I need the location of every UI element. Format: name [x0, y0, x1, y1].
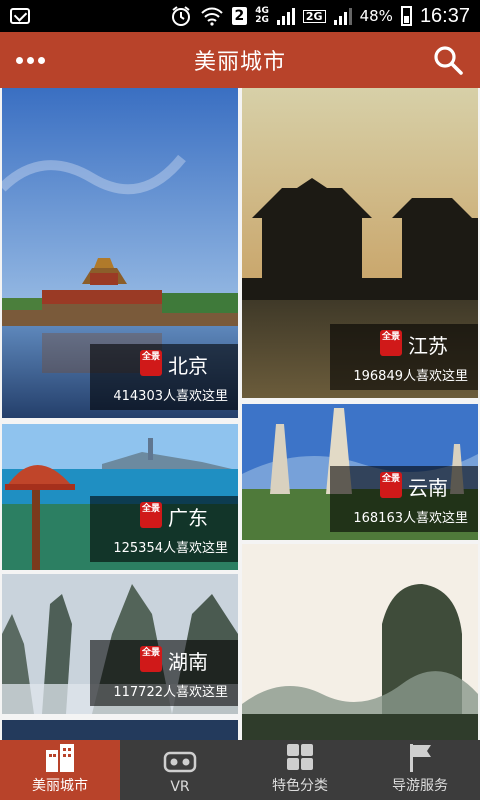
city-name: 广东 — [168, 506, 208, 530]
wifi-icon — [200, 7, 223, 26]
flag-icon — [403, 742, 437, 772]
likes-count: 125354人喜欢这里 — [113, 541, 228, 556]
alarm-icon — [171, 6, 190, 26]
bottom-nav: 美丽城市 VR 特色分类 导游服务 — [0, 740, 480, 800]
city-caption: 全景 广东 125354人喜欢这里 — [90, 496, 238, 562]
seal-logo-icon: 全景 — [140, 350, 162, 376]
page-title: 美丽城市 — [193, 50, 286, 75]
seal-logo-icon: 全景 — [380, 472, 402, 498]
city-card-guilin[interactable] — [242, 544, 478, 740]
tab-categories[interactable]: 特色分类 — [240, 740, 360, 800]
mail-notification-icon — [10, 8, 30, 24]
city-card-jiangsu[interactable]: 全景 江苏 196849人喜欢这里 — [242, 88, 478, 398]
tab-guide-service[interactable]: 导游服务 — [360, 740, 480, 800]
city-card-beijing[interactable]: 全景 北京 414303人喜欢这里 — [2, 88, 238, 418]
tab-label: 美丽城市 — [32, 778, 88, 794]
network-type: 4G 2G — [255, 7, 269, 25]
city-caption: 全景 云南 168163人喜欢这里 — [330, 466, 478, 532]
city-name: 湖南 — [168, 650, 208, 674]
clock: 16:37 — [419, 4, 470, 27]
sim-badge: 2 — [231, 7, 248, 25]
city-card-guangdong[interactable]: 全景 广东 125354人喜欢这里 — [2, 424, 238, 570]
city-card-next[interactable] — [2, 720, 238, 740]
seal-logo-icon: 全景 — [140, 502, 162, 528]
battery-percent: 48% — [359, 7, 393, 25]
city-photo-guilin — [242, 544, 478, 740]
likes-count: 117722人喜欢这里 — [113, 685, 228, 700]
city-caption: 全景 北京 414303人喜欢这里 — [90, 344, 238, 410]
tab-label: 特色分类 — [272, 778, 328, 794]
app-bar: 美丽城市 — [0, 32, 480, 88]
seal-logo-icon: 全景 — [380, 330, 402, 356]
network-label-2: 2G — [255, 15, 269, 25]
city-name: 云南 — [408, 476, 448, 500]
signal-strength-icon — [276, 7, 295, 25]
tab-label: 导游服务 — [392, 778, 448, 794]
likes-count: 168163人喜欢这里 — [353, 511, 468, 526]
signal-strength-icon-2 — [333, 7, 352, 25]
tab-label: VR — [170, 779, 190, 795]
likes-count: 414303人喜欢这里 — [113, 389, 228, 404]
likes-count: 196849人喜欢这里 — [353, 369, 468, 384]
seal-logo-icon: 全景 — [140, 646, 162, 672]
battery-icon — [400, 6, 412, 26]
status-bar: 2 4G 2G 2G 48% 16:37 — [0, 0, 480, 32]
city-card-yunnan[interactable]: 全景 云南 168163人喜欢这里 — [242, 404, 478, 540]
city-caption: 全景 湖南 117722人喜欢这里 — [90, 640, 238, 706]
search-icon[interactable] — [432, 44, 464, 76]
tab-beautiful-cities[interactable]: 美丽城市 — [0, 740, 120, 800]
city-grid: 全景 北京 414303人喜欢这里 全景 江苏 196849人喜欢这里 全景 广… — [0, 88, 480, 740]
app-screen: 2 4G 2G 2G 48% 16:37 美丽城市 全景 北京 414303人喜… — [0, 0, 480, 800]
city-name: 北京 — [168, 354, 208, 378]
tab-vr[interactable]: VR — [120, 740, 240, 800]
city-caption: 全景 江苏 196849人喜欢这里 — [330, 324, 478, 390]
vr-headset-icon — [163, 746, 197, 776]
buildings-icon — [43, 742, 77, 772]
city-card-hunan[interactable]: 全景 湖南 117722人喜欢这里 — [2, 574, 238, 714]
network-label-3: 2G — [302, 9, 326, 23]
grid-icon — [283, 742, 317, 772]
city-name: 江苏 — [408, 334, 448, 358]
more-dots-icon[interactable] — [16, 32, 45, 88]
